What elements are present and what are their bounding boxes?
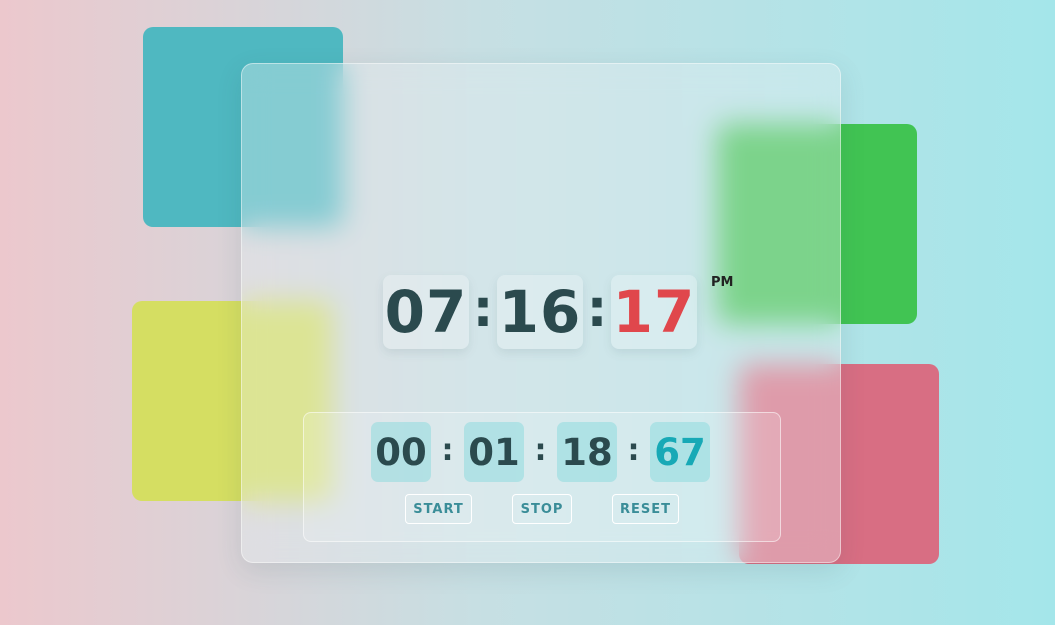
clock-minutes: 16 — [497, 275, 583, 349]
clock-hours: 07 — [383, 275, 469, 349]
start-button[interactable]: START — [405, 494, 472, 524]
stopwatch-separator: : — [627, 432, 640, 468]
stopwatch-hours: 00 — [371, 422, 431, 482]
digital-clock: 07 : 16 : 17 — [383, 275, 697, 349]
clock-separator: : — [586, 279, 608, 339]
stopwatch-minutes: 01 — [464, 422, 524, 482]
stopwatch-display: 00 : 01 : 18 : 67 — [371, 422, 710, 482]
glass-panel: 07 : 16 : 17 PM 00 : 01 : 18 : 67 START … — [241, 63, 841, 563]
reset-button[interactable]: RESET — [612, 494, 679, 524]
stop-button[interactable]: STOP — [512, 494, 572, 524]
clock-period: PM — [711, 275, 734, 290]
stopwatch-centiseconds: 67 — [650, 422, 710, 482]
stopwatch-seconds: 18 — [557, 422, 617, 482]
stopwatch-separator: : — [534, 432, 547, 468]
stopwatch-panel: 00 : 01 : 18 : 67 START STOP RESET — [303, 412, 781, 542]
clock-separator: : — [472, 279, 494, 339]
clock-seconds: 17 — [611, 275, 697, 349]
stopwatch-separator: : — [441, 432, 454, 468]
